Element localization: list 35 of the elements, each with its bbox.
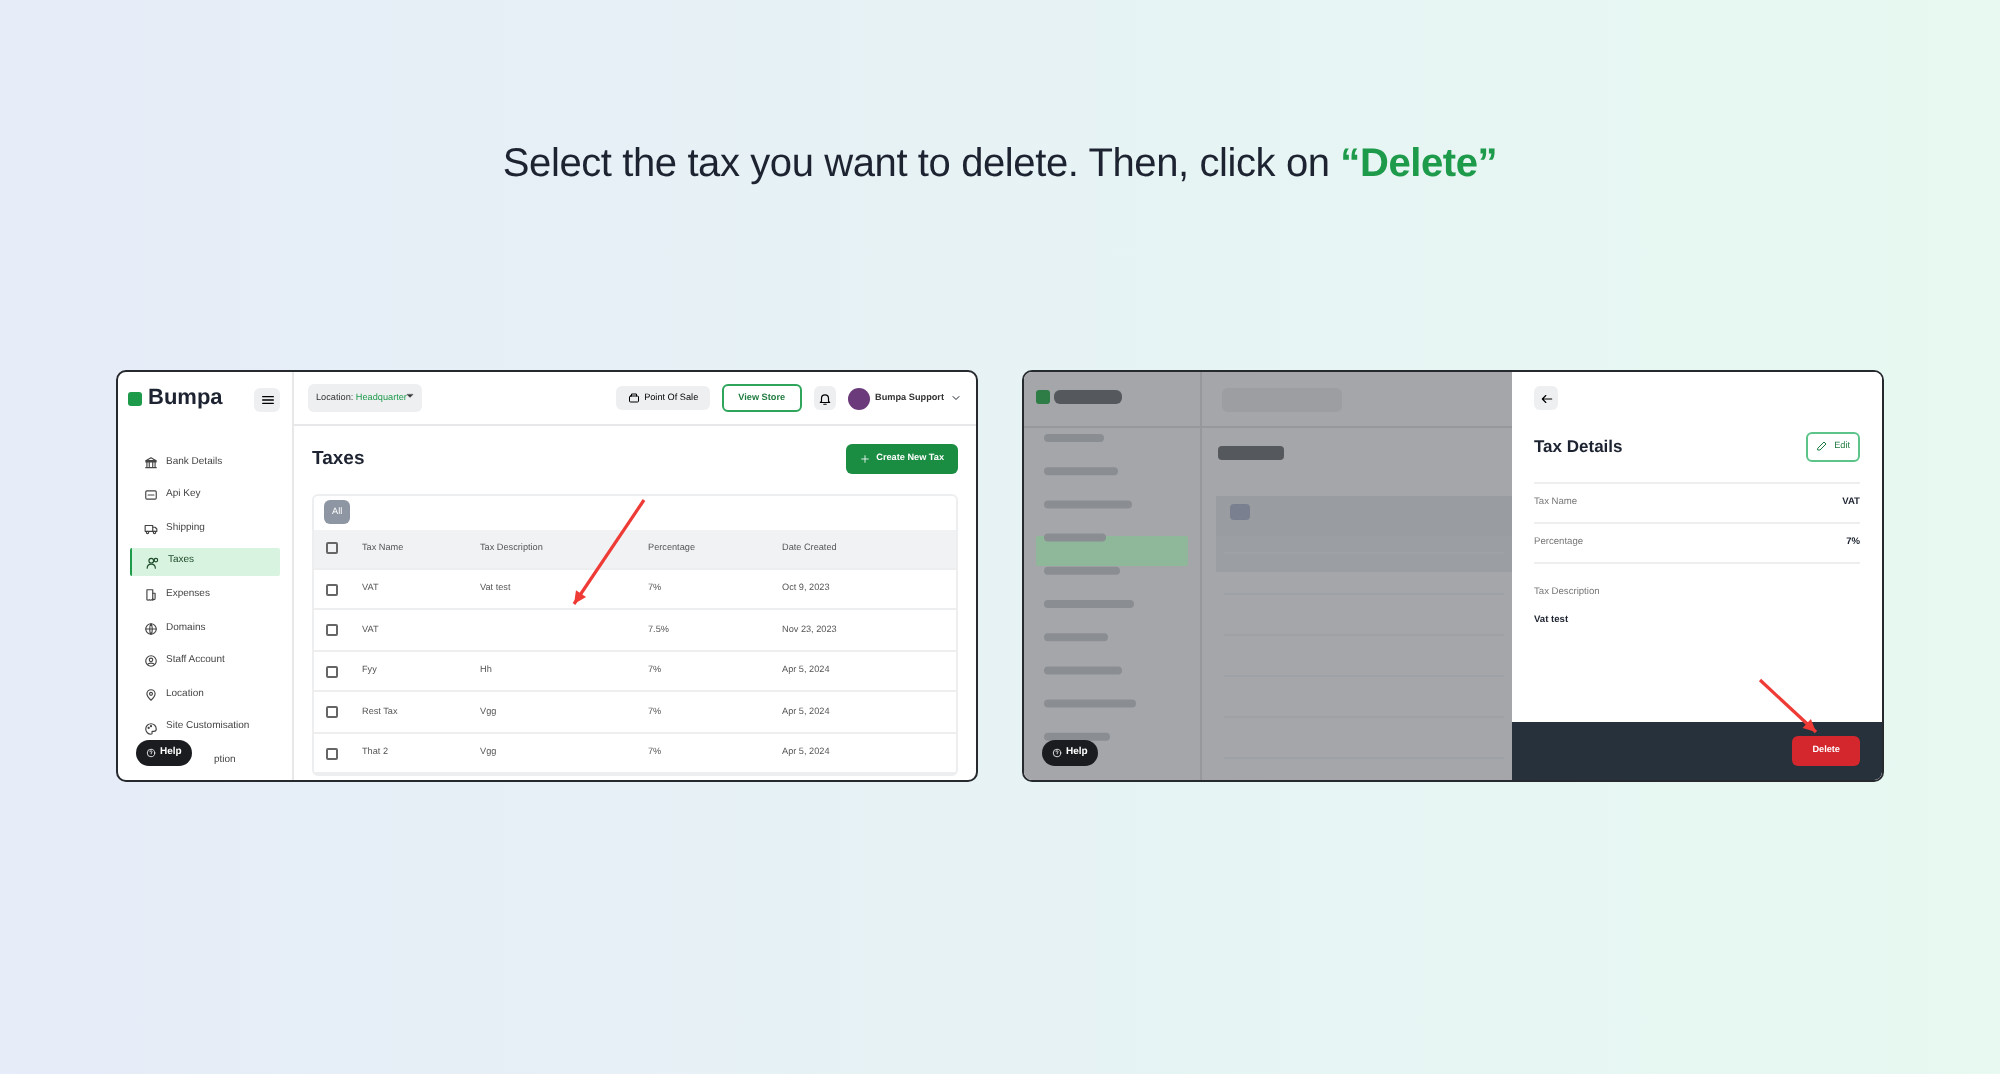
instruction-heading: Select the tax you want to delete. Then, click on “Delete” — [500, 140, 1500, 188]
bank-icon — [144, 455, 158, 470]
row-checkbox[interactable] — [326, 747, 338, 760]
receipt-icon — [144, 588, 158, 603]
location-pin-icon — [144, 687, 158, 702]
notifications-button[interactable] — [813, 386, 836, 410]
row-checkbox[interactable] — [326, 665, 338, 678]
pointer-arrow — [572, 499, 646, 605]
chevron-down-icon — [950, 392, 962, 404]
help-icon — [1052, 747, 1062, 758]
select-all-checkbox[interactable] — [326, 542, 338, 555]
register-icon — [628, 391, 641, 404]
bell-icon — [817, 391, 832, 405]
row-checkbox[interactable] — [326, 706, 338, 719]
back-button[interactable] — [1534, 386, 1558, 410]
row-checkbox[interactable] — [326, 624, 338, 637]
palette-icon — [144, 721, 158, 736]
help-icon — [146, 747, 156, 758]
panel-title: Tax Details — [1534, 436, 1623, 458]
plus-icon — [860, 453, 871, 464]
back-arrow-icon — [1539, 391, 1553, 405]
logo-icon — [128, 392, 142, 406]
page-title: Taxes — [312, 447, 365, 471]
truck-icon — [144, 521, 158, 536]
globe-icon — [144, 621, 158, 636]
row-checkbox[interactable] — [326, 583, 338, 596]
logo-text: Bumpa — [148, 384, 223, 415]
menu-icon — [259, 391, 275, 407]
user-icon — [144, 654, 158, 669]
pencil-icon — [1816, 440, 1829, 453]
pointer-arrow — [1758, 678, 1818, 734]
menu-button[interactable] — [254, 387, 280, 411]
people-icon — [146, 555, 160, 570]
caret-icon — [406, 392, 415, 401]
avatar[interactable] — [847, 387, 870, 409]
